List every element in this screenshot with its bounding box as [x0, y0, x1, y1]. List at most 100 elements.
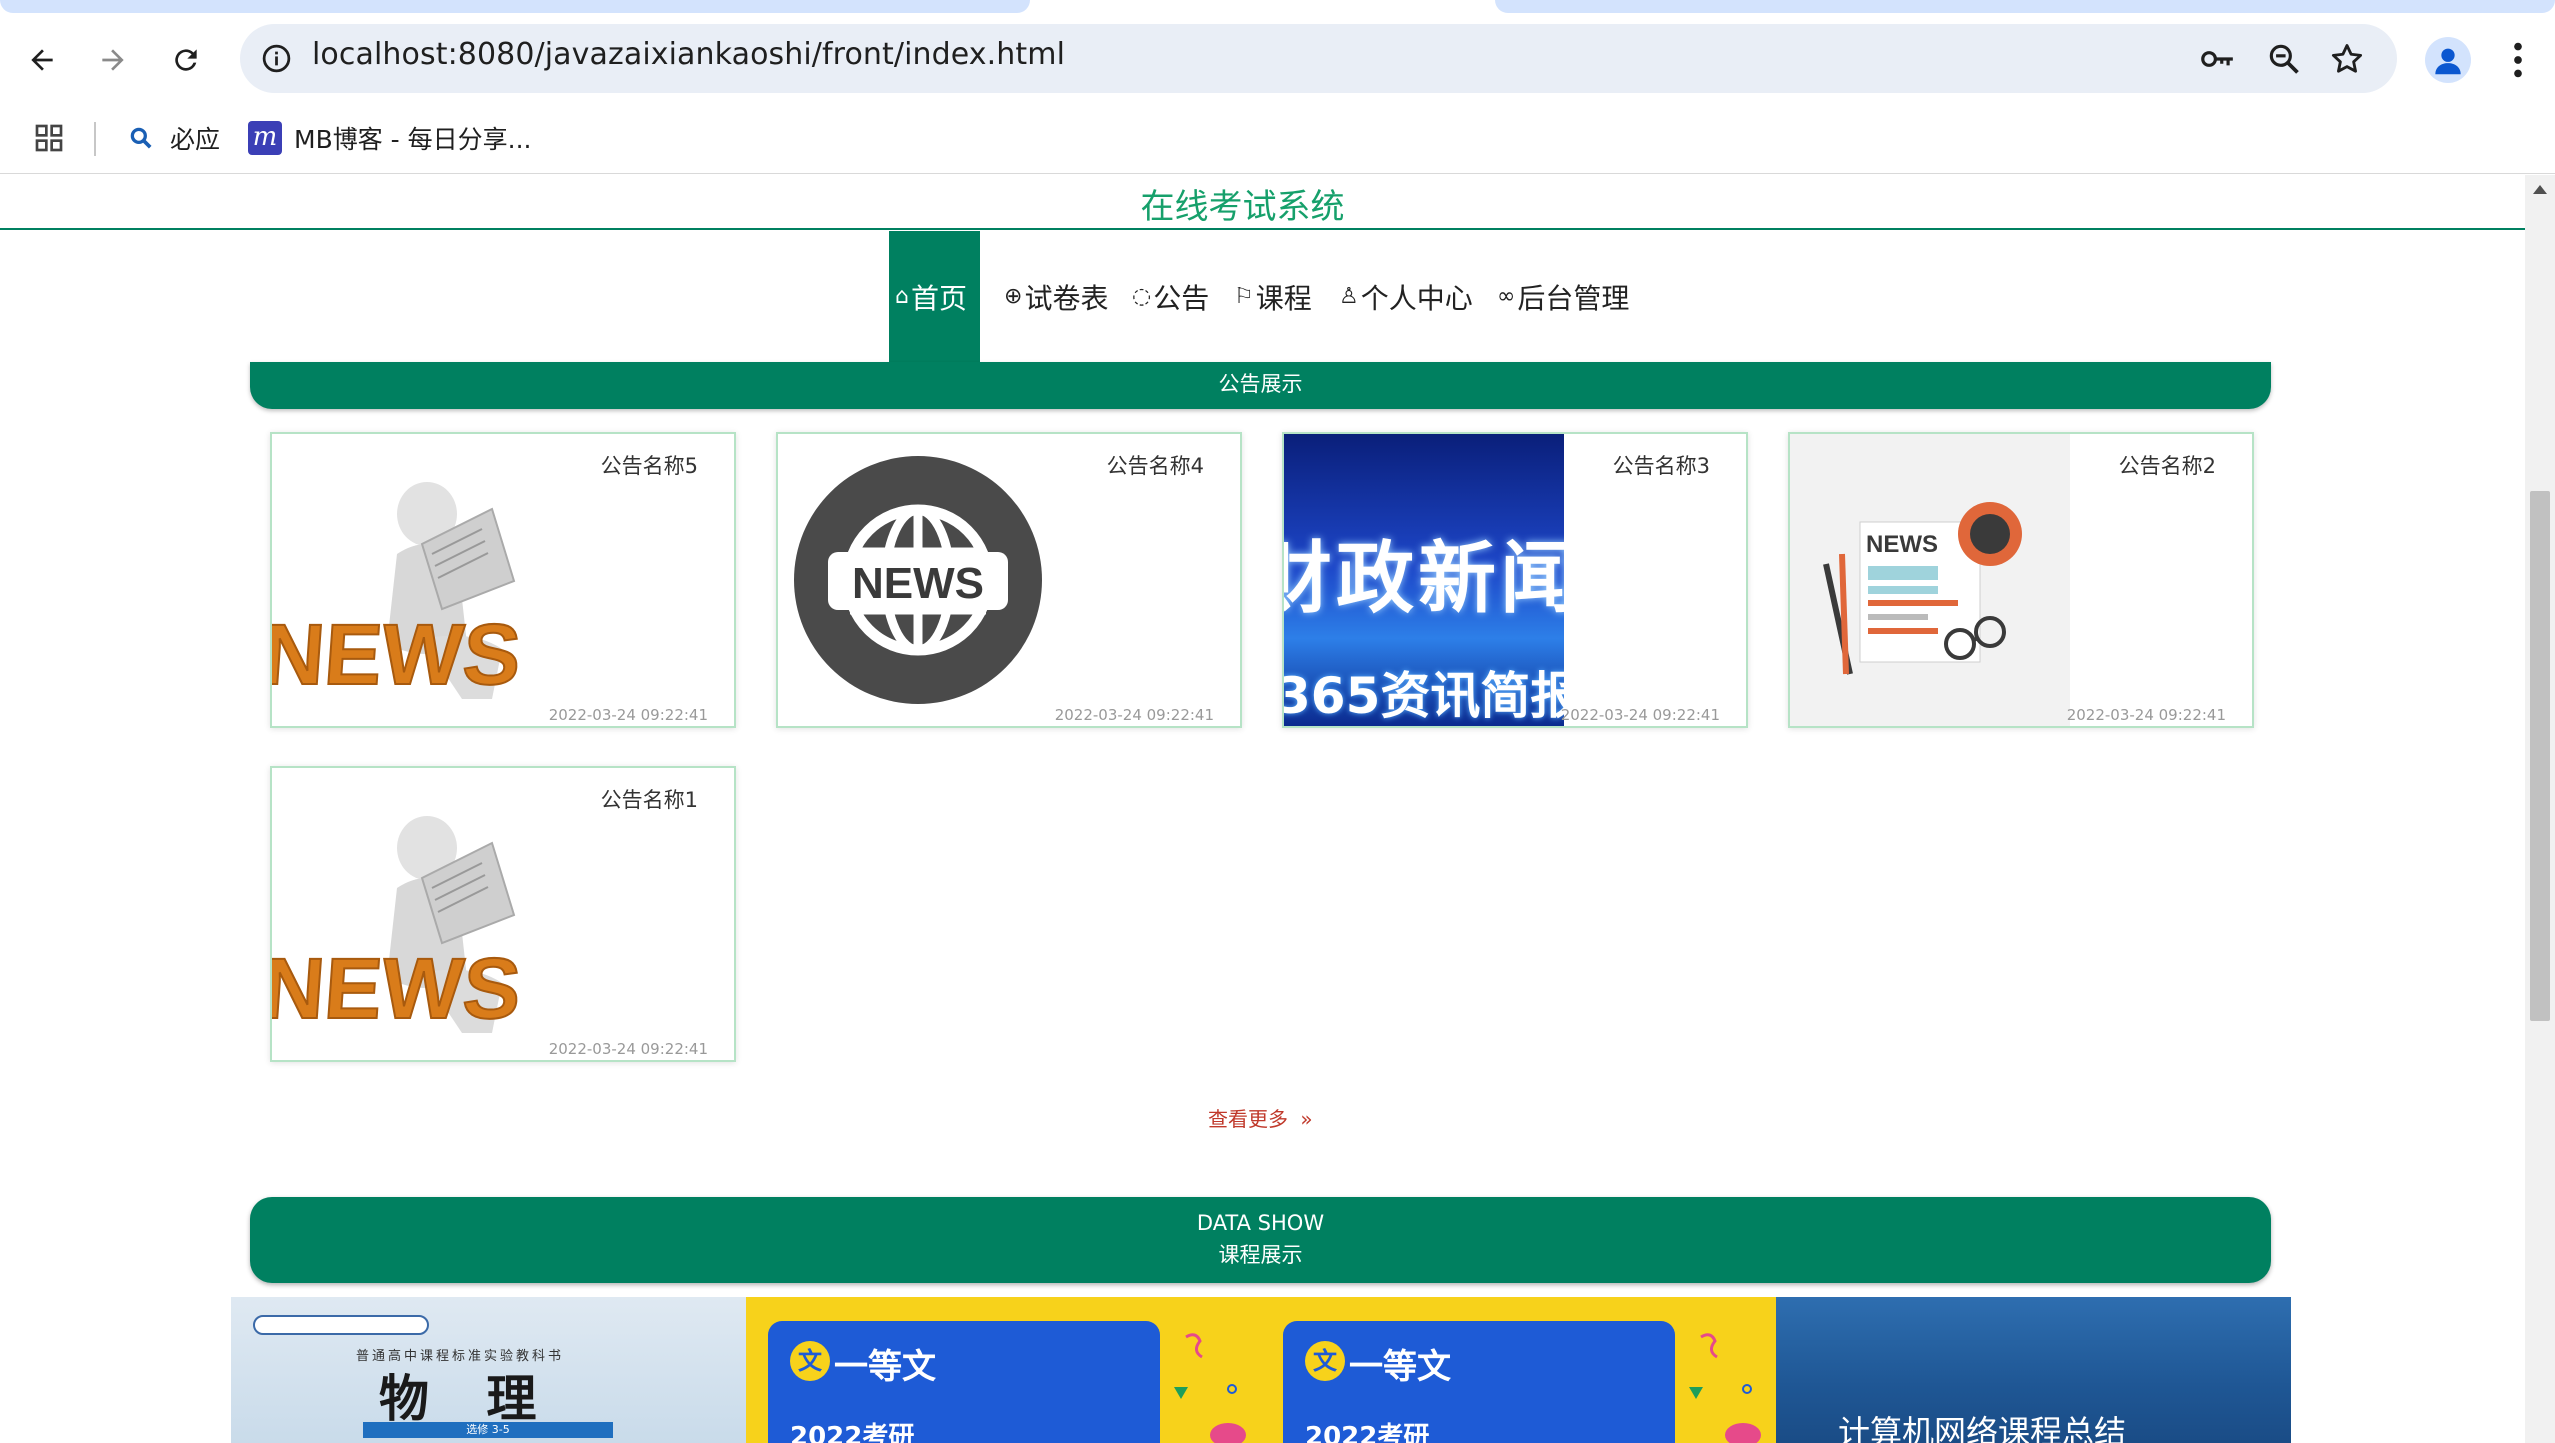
browser-toolbar: localhost:8080/javazaixiankaoshi/front/i… — [0, 13, 2555, 104]
notice-image: NEWS — [1790, 434, 2070, 726]
notice-title: 公告名称2 — [2118, 454, 2216, 478]
notice-date: 2022-03-24 09:22:41 — [1054, 706, 1214, 724]
zoom-icon[interactable] — [2265, 40, 2303, 78]
mb-logo-icon: m — [248, 121, 282, 155]
news-globe-illustration: NEWS — [778, 434, 1058, 726]
profile-button[interactable] — [2425, 37, 2471, 83]
nav-label: 个人中心 — [1360, 281, 1473, 315]
course-section-title: 课程展示 — [1218, 1243, 1303, 1267]
search-icon — [130, 127, 152, 149]
network-course-title: 计算机网络课程总结 — [1838, 1413, 2127, 1443]
site-header: 在线考试系统 — [0, 175, 2525, 230]
tab-strip — [0, 0, 2555, 13]
newspaper-illustration: NEWS — [1790, 434, 2070, 726]
notice-card[interactable]: 财政新闻 365资讯简报 公告名称3 2022-03-24 09:22:41 — [1282, 432, 1748, 728]
bookmark-label: MB博客 - 每日分享... — [294, 125, 532, 154]
site-title: 在线考试系统 — [1140, 187, 1345, 227]
notice-image: 财政新闻 365资讯简报 — [1284, 434, 1564, 726]
kaoyan-year-text: 2022考研 — [790, 1422, 915, 1443]
notice-date: 2022-03-24 09:22:41 — [548, 1040, 708, 1058]
arrow-right-icon — [102, 49, 124, 71]
nav-item-notices[interactable]: ◌ 公告 — [1132, 231, 1209, 362]
url-text[interactable]: localhost:8080/javazaixiankaoshi/front/i… — [312, 37, 1065, 72]
bookmark-bing[interactable]: 必应 — [128, 118, 220, 158]
palette-icon: ◌ — [1132, 284, 1152, 309]
inactive-tab[interactable] — [0, 0, 1030, 13]
decor-shapes — [1689, 1333, 1761, 1443]
scroll-up-arrow-icon[interactable] — [2533, 185, 2547, 194]
notice-card[interactable]: NEWS 公告名称2 2022-03-24 09:22:41 — [1788, 432, 2254, 728]
notice-date: 2022-03-24 09:22:41 — [1560, 706, 1720, 724]
back-button[interactable] — [19, 37, 65, 83]
textbook-badge-text: 选修 3-5 — [466, 1423, 510, 1436]
notice-date: 2022-03-24 09:22:41 — [548, 706, 708, 724]
nav-item-profile[interactable]: ♙ 个人中心 — [1339, 231, 1473, 362]
course-card[interactable]: 普通高中课程标准实验教科书 物 理 选修 3-5 — [231, 1297, 746, 1443]
finance-banner-main-text: 财政新闻 — [1284, 534, 1564, 624]
home-icon: ⌂ — [895, 284, 909, 309]
nav-item-home[interactable]: ⌂ 首页 — [889, 231, 980, 362]
user-icon: ♙ — [1339, 284, 1359, 309]
course-card[interactable]: 计算机网络课程总结 — [1776, 1297, 2291, 1443]
brand-char-icon: 文 — [1305, 1341, 1345, 1381]
decor-shapes — [1174, 1333, 1246, 1443]
bookmark-mb-blog[interactable]: m MB博客 - 每日分享... — [248, 118, 531, 158]
inactive-tab[interactable] — [1495, 0, 2555, 13]
star-icon[interactable] — [2328, 40, 2366, 78]
nav-item-courses[interactable]: ⚐ 课程 — [1234, 231, 1312, 362]
double-chevron-right-icon: » — [1300, 1107, 1313, 1131]
view-more-link[interactable]: 查看更多 » — [1208, 1103, 1313, 1132]
news-figure-illustration: NEWS — [272, 434, 552, 726]
apps-grid-icon[interactable] — [33, 122, 65, 154]
flag-icon: ⚐ — [1234, 284, 1254, 309]
forward-button[interactable] — [90, 37, 136, 83]
page-scrollbar[interactable] — [2525, 175, 2555, 1443]
textbook-title: 物 理 — [379, 1369, 557, 1428]
kaoyan-panel: 文 一等文 2022考研 — [768, 1321, 1160, 1443]
notice-title: 公告名称4 — [1106, 454, 1204, 478]
notice-card[interactable]: NEWS 公告名称1 2022-03-24 09:22:41 — [270, 766, 736, 1062]
news-figure-illustration: NEWS — [272, 768, 552, 1060]
brand-char-icon: 文 — [790, 1341, 830, 1381]
notice-title: 公告名称1 — [600, 788, 698, 812]
nav-label: 后台管理 — [1517, 281, 1630, 315]
brand-text: 一等文 — [1349, 1347, 1451, 1387]
main-nav: ⌂ 首页 ⊕ 试卷表 ◌ 公告 ⚐ 课程 ♙ 个人中心 ∞ 后台管理 — [0, 231, 2525, 362]
kaoyan-panel: 文 一等文 2022考研 — [1283, 1321, 1675, 1443]
reload-button[interactable] — [163, 37, 209, 83]
view-more-label: 查看更多 — [1208, 1107, 1288, 1131]
course-section-en: DATA SHOW — [1196, 1211, 1325, 1235]
nav-label: 课程 — [1255, 281, 1312, 315]
info-icon[interactable] — [260, 42, 293, 75]
nav-label: 公告 — [1153, 281, 1210, 315]
nav-label: 首页 — [910, 281, 967, 315]
reload-icon — [175, 49, 197, 71]
address-bar[interactable]: localhost:8080/javazaixiankaoshi/front/i… — [240, 24, 2397, 93]
avatar-icon — [2435, 48, 2461, 75]
course-card[interactable]: 文 一等文 2022考研 — [1261, 1297, 1776, 1443]
kaoyan-year-text: 2022考研 — [1305, 1422, 1430, 1443]
page-viewport: 在线考试系统 ⌂ 首页 ⊕ 试卷表 ◌ 公告 ⚐ 课程 ♙ 个人中心 ∞ 后台管理 公告展示 — [0, 175, 2555, 1443]
bookmark-label: 必应 — [170, 125, 221, 154]
kebab-menu-icon[interactable] — [2495, 35, 2541, 85]
finance-banner-sub-text: 365资讯简报 — [1284, 667, 1564, 725]
course-section-header: DATA SHOW 课程展示 — [250, 1197, 2271, 1283]
notice-image: NEWS — [272, 434, 552, 726]
nav-item-admin[interactable]: ∞ 后台管理 — [1497, 231, 1629, 362]
bookmarks-divider — [94, 122, 96, 156]
textbook-badge: 选修 3-5 — [363, 1422, 613, 1438]
globe-icon: ⊕ — [1004, 284, 1023, 309]
news-globe-text: NEWS — [852, 559, 984, 608]
newspaper-text: NEWS — [1866, 531, 1938, 558]
course-card[interactable]: 文 一等文 2022考研 — [746, 1297, 1261, 1443]
notice-card[interactable]: NEWS 公告名称5 2022-03-24 09:22:41 — [270, 432, 736, 728]
key-icon[interactable] — [2198, 40, 2236, 78]
scrollbar-thumb[interactable] — [2530, 491, 2550, 1021]
nav-item-papers[interactable]: ⊕ 试卷表 — [1004, 231, 1108, 362]
news-3d-text: NEWS — [272, 607, 524, 703]
brand-text: 一等文 — [834, 1347, 936, 1387]
textbook-badge-top — [253, 1315, 429, 1335]
notice-title: 公告名称5 — [600, 454, 698, 478]
notice-card[interactable]: NEWS 公告名称4 2022-03-24 09:22:41 — [776, 432, 1242, 728]
notice-section-title: 公告展示 — [1218, 372, 1303, 396]
